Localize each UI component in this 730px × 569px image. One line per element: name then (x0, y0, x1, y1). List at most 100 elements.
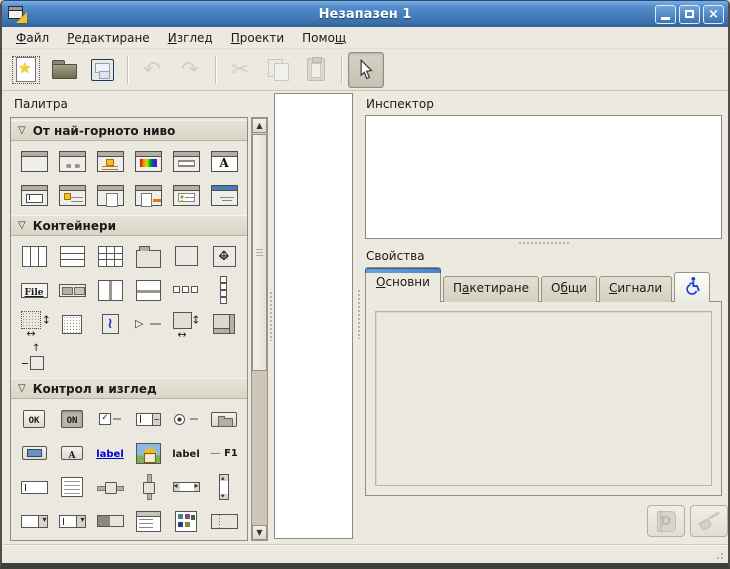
menu-projects[interactable]: Проекти (223, 28, 292, 48)
palette-item-font-selection-dialog[interactable]: A (205, 145, 243, 177)
palette-item-file-chooser-button[interactable] (205, 403, 243, 435)
palette-item-vbox[interactable] (53, 240, 91, 272)
paned-handle-horizontal[interactable] (518, 241, 570, 246)
palette-item-vbuttonbox[interactable] (205, 274, 243, 306)
palette-item-color-button[interactable] (15, 437, 53, 469)
new-project-button[interactable] (8, 52, 44, 88)
palette-item-entry[interactable] (15, 471, 53, 503)
palette-item-option-dialog[interactable] (167, 179, 205, 211)
palette-item-vpaned[interactable] (129, 274, 167, 306)
palette-item-tree-view[interactable] (129, 505, 167, 537)
close-button[interactable]: × (703, 5, 724, 24)
menu-edit[interactable]: Редактиране (59, 28, 158, 48)
cut-button[interactable]: ✂ (222, 52, 258, 88)
palette-item-property-dialog[interactable] (53, 179, 91, 211)
palette-item-spin-button[interactable] (129, 403, 167, 435)
tab-general[interactable]: Основни (365, 267, 441, 302)
palette-item-viewport[interactable] (53, 308, 91, 340)
menu-view[interactable]: Изглед (160, 28, 221, 48)
project-canvas[interactable] (274, 93, 353, 539)
palette-item-vscrollbar[interactable] (205, 471, 243, 503)
palette-item-statusbar[interactable] (15, 539, 53, 541)
documentation-button[interactable]: D (647, 505, 685, 537)
scrollbar-thumb[interactable] (252, 134, 267, 371)
titlebar[interactable]: Незапазен 1 × (2, 1, 728, 27)
palette-section-controls[interactable]: ▽ Контрол и изглед (11, 378, 247, 399)
copy-button[interactable] (260, 52, 296, 88)
palette-item-alignment[interactable] (15, 342, 53, 374)
palette-item-window[interactable] (15, 145, 53, 177)
palette-item-hscale[interactable] (91, 471, 129, 503)
palette-item-icon-view[interactable] (167, 505, 205, 537)
palette-item-combo-box-entry[interactable] (53, 505, 91, 537)
menu-help[interactable]: Помощ (294, 28, 354, 48)
palette-item-color-selection-dialog[interactable] (129, 145, 167, 177)
palette-item-dialog[interactable] (53, 145, 91, 177)
palette-item-combo-box[interactable] (15, 505, 53, 537)
palette-item-font-button[interactable]: A (53, 437, 91, 469)
palette-item-notebook[interactable] (129, 240, 167, 272)
palette-item-hbuttonbox[interactable] (167, 274, 205, 306)
palette-item-file-chooser-dialog[interactable] (91, 179, 129, 211)
palette-item-label[interactable]: label (167, 437, 205, 469)
palette-item-file-selection-dialog[interactable] (129, 179, 167, 211)
palette-item-scrolled-window[interactable] (15, 308, 53, 340)
scroll-up-icon[interactable]: ▲ (252, 118, 267, 133)
palette-item-check-button[interactable] (91, 403, 129, 435)
palette-item-expander[interactable] (129, 308, 167, 340)
palette-item-fixed[interactable] (205, 240, 243, 272)
paned-handle-right[interactable] (357, 289, 362, 339)
inspector-tree[interactable] (365, 115, 722, 239)
assistant-icon (211, 185, 238, 206)
palette-item-about-dialog[interactable] (167, 145, 205, 177)
minimize-button[interactable] (655, 5, 676, 24)
palette-item-link-button[interactable]: label (91, 437, 129, 469)
palette-item-hscrollbar[interactable] (167, 471, 205, 503)
palette-item-assistant[interactable] (205, 179, 243, 211)
palette-item-menubar[interactable]: File (15, 274, 53, 306)
palette-item-drawing-area[interactable] (53, 539, 91, 541)
menubar: Файл Редактиране Изглед Проекти Помощ (2, 27, 728, 49)
tab-common[interactable]: Общи (541, 276, 597, 302)
paste-button[interactable] (298, 52, 334, 88)
palette-section-containers[interactable]: ▽ Контейнери (11, 215, 247, 236)
palette-item-image[interactable] (129, 437, 167, 469)
palette-item-table[interactable] (91, 240, 129, 272)
selector-button[interactable] (348, 52, 384, 88)
palette-item-hpaned[interactable] (91, 274, 129, 306)
save-project-button[interactable] (84, 52, 120, 88)
undo-button[interactable]: ↶ (134, 52, 170, 88)
tab-accessibility[interactable] (674, 272, 710, 302)
tab-signals[interactable]: Сигнали (599, 276, 672, 302)
palette-item-cell-view[interactable] (205, 505, 243, 537)
maximize-button[interactable] (679, 5, 700, 24)
tab-packing[interactable]: Пакетиране (443, 276, 539, 302)
palette-item-text-view[interactable] (53, 471, 91, 503)
resize-grip[interactable] (712, 548, 725, 561)
palette-item-handle-box[interactable] (91, 308, 129, 340)
menu-file[interactable]: Файл (8, 28, 57, 48)
redo-button[interactable]: ↷ (172, 52, 208, 88)
scroll-down-icon[interactable]: ▼ (252, 525, 267, 540)
palette-section-toplevel[interactable]: ▽ От най-горното ниво (11, 120, 247, 141)
glade-app-icon[interactable] (8, 5, 27, 23)
palette-item-toolbar[interactable] (53, 274, 91, 306)
combo-box-icon (21, 515, 48, 528)
palette-item-radio-button[interactable] (167, 403, 205, 435)
palette-item-layout[interactable] (205, 308, 243, 340)
edit-brush-button[interactable] (690, 505, 728, 537)
open-project-button[interactable] (46, 52, 82, 88)
new-icon (16, 57, 36, 82)
palette-item-message-dialog[interactable] (91, 145, 129, 177)
palette-item-progress-bar[interactable] (91, 505, 129, 537)
palette-item-vscale[interactable] (129, 471, 167, 503)
palette-item-aspect-frame[interactable] (167, 308, 205, 340)
palette-scrollbar[interactable]: ▲ ▼ (251, 117, 268, 541)
palette-item-accel-label[interactable]: F1 (205, 437, 243, 469)
palette-item-separator[interactable] (91, 539, 129, 541)
palette-item-button[interactable]: OK (15, 403, 53, 435)
palette-item-toggle-button[interactable]: ON (53, 403, 91, 435)
palette-item-input-dialog[interactable] (15, 179, 53, 211)
palette-item-frame[interactable] (167, 240, 205, 272)
palette-item-hbox[interactable] (15, 240, 53, 272)
